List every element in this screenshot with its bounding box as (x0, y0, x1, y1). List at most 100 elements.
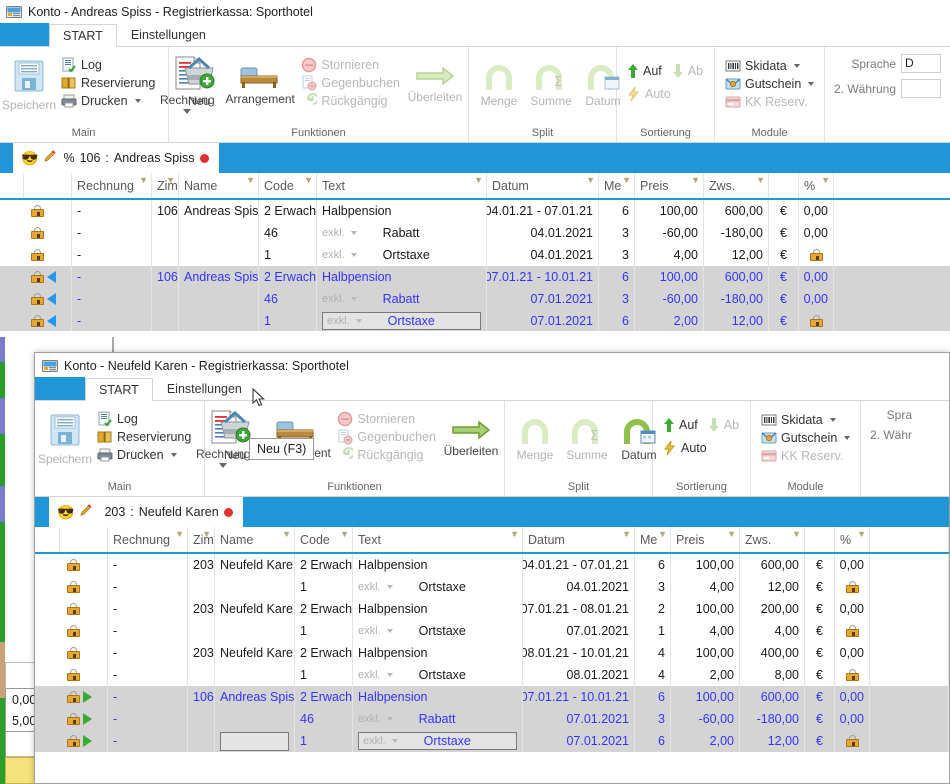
window1-log-button[interactable]: Log (58, 56, 158, 74)
window2-reservierung-button[interactable]: Reservierung (94, 428, 194, 446)
name-edit-box[interactable] (220, 731, 289, 751)
window2-sort-ab-button[interactable]: Ab (705, 416, 742, 434)
window1-account-chip[interactable]: 😎 % 106 : Andreas Spiss (13, 143, 219, 173)
window1-waehrung-input[interactable] (901, 79, 942, 98)
window2-split-summe-button[interactable]: Σ Summe (561, 408, 613, 464)
table-row[interactable]: -203 Neufeld Kare 2 Erwach Halbpension 07.01… (35, 598, 949, 620)
window1-titlebar[interactable]: Konto - Andreas Spiss - Registrierkassa:… (0, 0, 950, 24)
col-me[interactable]: Me ▼ (599, 173, 635, 198)
col-zws[interactable]: Zws. ▼ (740, 527, 805, 552)
col-zim[interactable]: Zim ▼ (152, 173, 179, 198)
window1-gegenbuchen-button[interactable]: Gegenbuchen (298, 74, 403, 92)
chevron-down-icon[interactable] (808, 82, 815, 86)
window1-split-menge-button[interactable]: Menge (473, 54, 525, 110)
filter-icon[interactable]: ▼ (691, 176, 700, 185)
col-zws[interactable]: Zws. ▼ (704, 173, 769, 198)
window2-save-button[interactable]: Speichern (38, 404, 92, 468)
window1-sprache-input[interactable]: D (901, 54, 942, 73)
chevron-down-icon[interactable] (844, 436, 851, 440)
window1-neu-button[interactable]: Neu (173, 50, 225, 110)
window1-skidata-button[interactable]: Skidata (722, 57, 817, 75)
text-edit-box[interactable]: exkl. Ortstaxe (358, 732, 517, 750)
chevron-down-icon[interactable] (793, 64, 800, 68)
window2-skidata-button[interactable]: Skidata (758, 411, 853, 429)
window1-rueckgaengig-button[interactable]: Rückgängig (298, 92, 403, 110)
window1-sort-auf-button[interactable]: Auf (624, 62, 665, 80)
filter-icon[interactable]: ▼ (622, 176, 631, 185)
table-row[interactable]: -203 Neufeld Kare 2 Erwach Halbpension 08.01… (35, 642, 949, 664)
window2-kk-reserv-button[interactable]: KK Reserv. (758, 447, 853, 465)
filter-icon[interactable]: ▼ (857, 530, 866, 539)
filter-icon[interactable]: ▼ (340, 530, 349, 539)
filter-icon[interactable]: ▼ (756, 176, 765, 185)
filter-icon[interactable]: ▼ (246, 176, 255, 185)
col-preis[interactable]: Preis ▼ (671, 527, 740, 552)
chevron-down-icon[interactable] (170, 453, 177, 457)
window1-sort-ab-button[interactable]: Ab (669, 62, 706, 80)
window1-sort-auto-button[interactable]: Auto (624, 85, 707, 103)
window1-reservierung-button[interactable]: Reservierung (58, 74, 158, 92)
table-row[interactable]: - 1 exkl. Ortstaxe 07.01.2021 6 2,00 12,00 € (0, 310, 950, 331)
text-edit-box[interactable]: exkl. Ortstaxe (322, 312, 481, 330)
window1-kk-reserv-button[interactable]: KK Reserv. (722, 93, 817, 111)
window2-sort-auto-button[interactable]: Auto (660, 439, 743, 457)
table-row[interactable]: - 46 exkl. Rabatt 04.01.2021 3 -60,00 -180,00 €0… (0, 222, 950, 244)
filter-icon[interactable]: ▼ (474, 176, 483, 185)
filter-icon[interactable]: ▼ (586, 176, 595, 185)
chevron-down-icon[interactable] (386, 629, 393, 633)
chevron-down-icon[interactable] (134, 99, 141, 103)
window2-titlebar[interactable]: Konto - Neufeld Karen - Registrierkassa:… (35, 353, 949, 378)
window1-stornieren-button[interactable]: Stornieren (298, 56, 403, 74)
window2-log-button[interactable]: Log (94, 410, 194, 428)
window2-tab-start[interactable]: START (85, 378, 153, 401)
window1-save-button[interactable]: Speichern (2, 50, 56, 114)
window2-ribbon[interactable]: Speichern Log Reservierung Drucken Rechn… (35, 401, 949, 497)
col-percent[interactable]: % ▼ (799, 173, 834, 198)
table-row[interactable]: - 1 exkl. Ortstaxe 07.01.2021 6 2,00 12,00 € (35, 730, 949, 752)
window1-split-summe-button[interactable]: Σ Summe (525, 54, 577, 110)
table-row[interactable]: -106 Andreas Spis 2 Erwach Halbpension 04.01… (0, 200, 950, 222)
window-konto-andreas-spiss[interactable]: Konto - Andreas Spiss - Registrierkassa:… (0, 0, 950, 337)
filter-icon[interactable]: ▼ (166, 176, 175, 185)
filter-icon[interactable]: ▼ (821, 176, 830, 185)
window1-ueberleiten-button[interactable]: Überleiten (406, 50, 464, 106)
col-rechnung[interactable]: Rechnung ▼ (72, 173, 152, 198)
col-percent[interactable]: % ▼ (835, 527, 870, 552)
table-row[interactable]: - 1 exkl. Ortstaxe 04.01.2021 3 4,00 12,00 € (35, 576, 949, 598)
window2-rueckgaengig-button[interactable]: Rückgängig (334, 446, 439, 464)
pencil-icon[interactable] (79, 503, 94, 521)
chevron-down-icon[interactable] (350, 297, 357, 301)
filter-icon[interactable]: ▼ (175, 530, 184, 539)
window1-tabstrip[interactable]: START Einstellungen (0, 23, 950, 47)
chevron-down-icon[interactable] (829, 418, 836, 422)
chevron-down-icon[interactable] (355, 319, 362, 323)
window2-sort-auf-button[interactable]: Auf (660, 416, 701, 434)
table-row[interactable]: -106 Andreas Spis 2 Erwach Halbpension 07.01… (35, 686, 949, 708)
window1-app-menu-button[interactable] (0, 23, 49, 46)
window1-grid[interactable]: Rechnung ▼ Zim ▼ Name ▼ Code ▼ Text ▼ Datum ▼ … (0, 173, 950, 331)
table-row[interactable]: -1 exkl. Ortstaxe 07.01.2021 1 4,00 4,00 € (35, 620, 949, 642)
col-code[interactable]: Code ▼ (259, 173, 317, 198)
filter-icon[interactable]: ▼ (792, 530, 801, 539)
col-text[interactable]: Text ▼ (317, 173, 487, 198)
col-me[interactable]: Me ▼ (635, 527, 671, 552)
filter-icon[interactable]: ▼ (622, 530, 631, 539)
window2-tab-einstellungen[interactable]: Einstellungen (153, 377, 256, 400)
chevron-down-icon[interactable] (386, 717, 393, 721)
table-row[interactable]: -106 Andreas Spis 2 Erwach Halbpension 07.01… (0, 266, 950, 288)
window2-ueberleiten-button[interactable]: Überleiten (442, 404, 500, 460)
window1-arrangement-button[interactable]: Arrangement (225, 50, 295, 108)
col-code[interactable]: Code ▼ (295, 527, 353, 552)
filter-icon[interactable]: ▼ (282, 530, 291, 539)
window2-gegenbuchen-button[interactable]: Gegenbuchen (334, 428, 439, 446)
window2-grid[interactable]: Rechnung ▼ Zim ▼ Name ▼ Code ▼ Text ▼ Datum ▼ … (35, 527, 949, 780)
window2-stornieren-button[interactable]: Stornieren (334, 410, 439, 428)
col-datum[interactable]: Datum ▼ (523, 527, 635, 552)
table-row[interactable]: -203 Neufeld Kare 2 Erwach Halbpension 04.01… (35, 554, 949, 576)
window2-split-menge-button[interactable]: Menge (509, 408, 561, 464)
pencil-icon[interactable] (43, 149, 58, 167)
window1-tab-start[interactable]: START (49, 24, 117, 47)
window1-ribbon[interactable]: Speichern Log Reservierung Drucken Rechn… (0, 47, 950, 143)
filter-icon[interactable]: ▼ (304, 176, 313, 185)
col-preis[interactable]: Preis ▼ (635, 173, 704, 198)
